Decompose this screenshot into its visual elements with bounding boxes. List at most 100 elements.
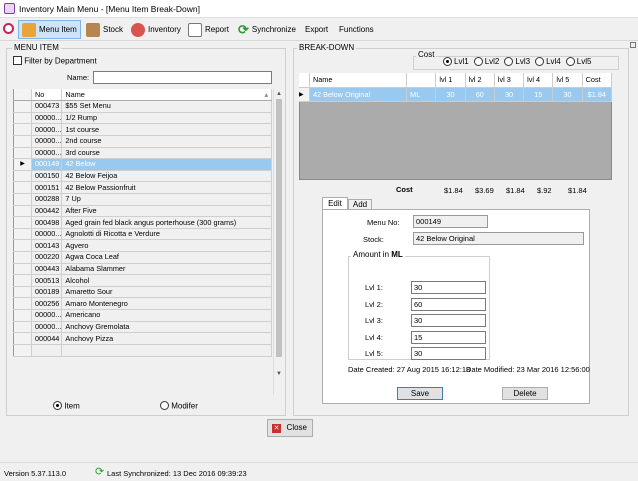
row-header[interactable]	[13, 251, 32, 264]
row-header[interactable]	[13, 170, 32, 183]
cost-radio-lvl3[interactable]: Lvl3	[504, 57, 530, 67]
toolbar-report-button[interactable]: Report	[185, 20, 232, 39]
cell-lvl4[interactable]: 15	[523, 87, 554, 102]
cell-name[interactable]: 3rd course	[61, 147, 272, 160]
table-row[interactable]: 000498 Aged grain fed black angus porterh…	[13, 216, 272, 229]
scroll-up-icon[interactable]: ▲	[274, 89, 284, 99]
scroll-thumb[interactable]	[276, 99, 282, 357]
lvl1-input[interactable]: 30	[411, 281, 486, 294]
cell-no[interactable]: 000189	[31, 286, 63, 299]
cell-name[interactable]: Aged grain fed black angus porterhouse (…	[61, 216, 272, 229]
toolbar-export-button[interactable]: Export	[302, 20, 331, 39]
name-search-input[interactable]	[93, 71, 272, 84]
cost-radio-lvl2[interactable]: Lvl2	[473, 57, 499, 67]
table-row[interactable]: 000288 7 Up	[13, 193, 272, 206]
table-row[interactable]: 000044 Anchovy Pizza	[13, 332, 272, 345]
row-header[interactable]	[13, 321, 32, 334]
cell-lvl1[interactable]: 30	[435, 87, 466, 102]
cell-no[interactable]: 00000...	[31, 228, 63, 241]
toolbar-inventory-button[interactable]: Inventory	[128, 20, 184, 39]
cell-no[interactable]: 00000...	[31, 309, 63, 322]
cost-radio-lvl1[interactable]: Lvl1	[443, 57, 469, 67]
cell-no[interactable]: 000149	[31, 158, 63, 171]
app-menu-icon[interactable]	[3, 23, 14, 34]
cell-unit[interactable]: ML	[406, 87, 437, 102]
table-row[interactable]: 000473 $55 Set Menu	[13, 100, 272, 113]
cell-no[interactable]: 00000...	[31, 321, 63, 334]
row-header[interactable]	[13, 332, 32, 345]
row-header[interactable]	[13, 100, 32, 113]
table-row[interactable]: 00000... 3rd course	[13, 147, 272, 160]
row-header[interactable]	[13, 135, 32, 148]
column-header-lvl1[interactable]: lvl 1	[435, 73, 466, 88]
cell-no[interactable]: 000220	[31, 251, 63, 264]
cell-no[interactable]: 000442	[31, 205, 63, 218]
menu-table-scrollbar[interactable]: ▲ ▼	[273, 89, 284, 395]
cell-no[interactable]: 000143	[31, 239, 63, 253]
radio-button[interactable]	[535, 57, 545, 67]
cell-name[interactable]: Agvero	[61, 239, 272, 253]
cell-no[interactable]: 00000...	[31, 112, 63, 125]
table-row[interactable]: 00000... 2nd course	[13, 135, 272, 148]
table-row[interactable]: 00000... 1/2 Rump	[13, 112, 272, 125]
cell-name[interactable]: Agnolotti di Ricotta e Verdure	[61, 228, 272, 241]
cell-name[interactable]: Anchovy Pizza	[61, 332, 272, 345]
cell-no[interactable]: 00000...	[31, 135, 63, 148]
cell-no[interactable]: 000288	[31, 193, 63, 206]
mdi-close-box[interactable]	[630, 42, 636, 48]
cell-no[interactable]: 000513	[31, 274, 63, 287]
row-header[interactable]	[13, 181, 32, 194]
radio-button[interactable]	[443, 57, 452, 67]
cell-name[interactable]: Alabama Slammer	[61, 263, 272, 276]
lvl4-input[interactable]: 15	[411, 330, 486, 344]
cell-name[interactable]: Amaretto Sour	[61, 286, 272, 299]
table-row[interactable]: 000151 42 Below Passionfruit	[13, 181, 272, 194]
cell-name[interactable]: Agwa Coca Leaf	[61, 251, 272, 264]
table-row[interactable]: 000256 Amaro Montenegro	[13, 297, 272, 311]
cell-lvl5[interactable]: 30	[552, 87, 583, 102]
table-row[interactable]	[13, 344, 272, 357]
row-header[interactable]	[13, 205, 32, 218]
cell-name[interactable]: After Five	[61, 205, 272, 218]
cell-name[interactable]: $55 Set Menu	[61, 100, 272, 113]
row-header[interactable]	[13, 193, 32, 206]
column-header-no[interactable]: No	[31, 89, 63, 102]
table-row[interactable]: 00000... 1st course	[13, 123, 272, 136]
toolbar-menu-item-button[interactable]: Menu Item	[18, 20, 81, 39]
lvl2-input[interactable]: 60	[411, 297, 486, 311]
toolbar-stock-button[interactable]: Stock	[83, 20, 126, 39]
cell-name[interactable]: 1st course	[61, 123, 272, 136]
cell-no[interactable]: 00000...	[31, 147, 63, 160]
close-button[interactable]: ✕ Close	[267, 419, 313, 437]
row-pointer-icon[interactable]: ▶	[13, 158, 32, 171]
cell-no[interactable]: 000256	[31, 297, 63, 311]
scroll-down-icon[interactable]: ▼	[274, 357, 284, 391]
row-header[interactable]	[13, 147, 32, 160]
cell-name[interactable]: 7 Up	[61, 193, 272, 206]
filter-checkbox[interactable]	[13, 56, 22, 66]
row-header[interactable]	[13, 239, 32, 253]
table-row[interactable]: 000443 Alabama Slammer	[13, 263, 272, 276]
cell-no[interactable]: 000151	[31, 181, 63, 194]
cell-name[interactable]: Amaro Montenegro	[61, 297, 272, 311]
cell-name[interactable]: 42 Below	[61, 158, 272, 171]
row-header[interactable]	[13, 274, 32, 287]
delete-button[interactable]: Delete	[502, 387, 548, 400]
cell-no[interactable]: 000498	[31, 216, 63, 229]
lvl5-input[interactable]: 30	[411, 347, 486, 360]
column-header-lvl3[interactable]: lvl 3	[494, 73, 525, 88]
radio-item[interactable]: Item	[53, 401, 80, 411]
table-row[interactable]: 000189 Amaretto Sour	[13, 286, 272, 299]
cell-name[interactable]	[61, 344, 272, 357]
cost-radio-lvl5[interactable]: Lvl5	[565, 57, 591, 67]
cell-no[interactable]: 00000...	[31, 123, 63, 136]
table-row[interactable]: 000143 Agvero	[13, 239, 272, 253]
cell-cost[interactable]: $1.84	[582, 87, 613, 102]
cell-no[interactable]	[31, 344, 63, 357]
cell-name[interactable]: 42 Below Original	[309, 87, 408, 102]
row-header[interactable]	[13, 297, 32, 311]
toolbar-synchronize-button[interactable]: ⟳ Synchronize	[235, 20, 299, 39]
radio-button[interactable]	[473, 57, 483, 67]
column-header-lvl2[interactable]: lvl 2	[465, 73, 495, 88]
row-header[interactable]	[13, 123, 32, 136]
